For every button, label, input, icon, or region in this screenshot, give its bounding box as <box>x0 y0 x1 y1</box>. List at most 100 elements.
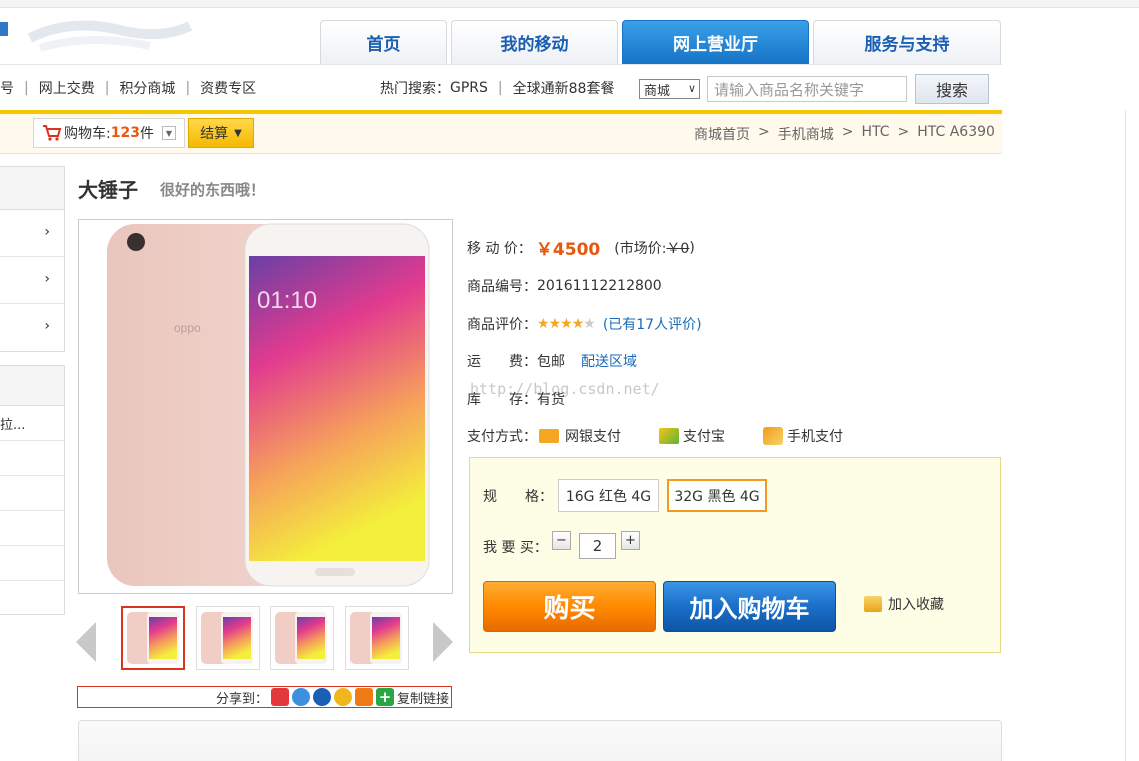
pay-label: 支付方式： <box>467 429 537 445</box>
thumbnail[interactable] <box>345 606 409 670</box>
sidebar-item[interactable]: › <box>0 304 64 351</box>
crumb-current: HTC A6390 <box>917 124 995 140</box>
star-icon: ★ <box>560 316 573 332</box>
market-price: ￥0 <box>666 240 690 257</box>
cart-dropdown-icon[interactable]: ▼ <box>162 126 176 140</box>
hot-search-package[interactable]: 全球通新88套餐 <box>513 78 615 98</box>
bank-card-icon <box>539 429 559 443</box>
renren-icon[interactable] <box>312 688 331 706</box>
site-logo[interactable] <box>0 8 200 64</box>
star-icon: ★ <box>548 316 562 332</box>
crumb-sep: > <box>841 124 854 140</box>
product-title: 大锤子 <box>78 178 138 202</box>
list-item[interactable] <box>0 511 64 546</box>
tab-home[interactable]: 首页 <box>320 20 447 64</box>
buy-button[interactable]: 购买 <box>483 581 656 632</box>
link-select-number[interactable]: 选号 <box>0 78 14 98</box>
qzone-icon[interactable] <box>291 688 310 706</box>
list-item[interactable] <box>0 476 64 511</box>
checkout-button[interactable]: 结算 ▼ <box>188 118 254 148</box>
star-empty-icon: ★ <box>583 316 596 332</box>
market-price-prefix: (市场价: <box>614 240 667 257</box>
link-points-mall[interactable]: 积分商城 <box>119 78 175 98</box>
chevron-right-icon: › <box>44 224 50 240</box>
sidebar2-header <box>0 366 64 406</box>
divider: | <box>24 80 29 96</box>
cart-summary[interactable]: 购物车: 123 件 ▼ <box>33 118 185 148</box>
list-item[interactable] <box>0 441 64 476</box>
thumb-prev-arrow[interactable] <box>76 622 96 662</box>
sidebar-item[interactable]: › <box>0 257 64 304</box>
sidebar-item[interactable]: › <box>0 210 64 257</box>
code-label: 商品编号： <box>467 279 537 295</box>
shipping-value: 包邮 <box>537 354 565 370</box>
spec-option-16g-red[interactable]: 16G 红色 4G <box>558 479 659 512</box>
hot-search: 热门搜索： GPRS | 全球通新88套餐 <box>380 78 614 98</box>
tab-service-support[interactable]: 服务与支持 <box>813 20 1001 64</box>
alipay-icon <box>659 428 679 444</box>
crumb-mall-home[interactable]: 商城首页 <box>694 124 750 144</box>
qty-label: 我 要 买： <box>483 540 548 556</box>
add-favorite[interactable]: 加入收藏 <box>864 594 944 614</box>
thumbnail[interactable] <box>196 606 260 670</box>
thumbnail[interactable] <box>270 606 334 670</box>
divider: | <box>104 80 110 96</box>
checkout-label: 结算 <box>200 126 229 142</box>
recommend-sidebar: 拉... <box>0 365 65 615</box>
detail-tabs-panel <box>78 720 1002 761</box>
tab-online-hall[interactable]: 网上营业厅 <box>622 20 809 64</box>
market-price-suffix: ) <box>689 239 695 256</box>
category-sidebar: › › › <box>0 166 65 352</box>
kaixin-icon[interactable] <box>333 688 352 706</box>
thumbnail[interactable] <box>121 606 185 670</box>
qty-increase-button[interactable]: + <box>621 531 640 550</box>
browser-strip <box>0 0 1139 8</box>
product-subtitle: 很好的东西哦！ <box>160 181 266 199</box>
plus-icon[interactable]: + <box>375 688 394 706</box>
code-row: 商品编号： 20161112212800 <box>467 276 662 296</box>
link-online-pay[interactable]: 网上交费 <box>39 78 95 98</box>
qty-decrease-button[interactable]: − <box>552 531 571 550</box>
chevron-right-icon: › <box>44 318 50 334</box>
weibo-icon[interactable] <box>270 688 289 706</box>
tencent-weibo-icon[interactable] <box>354 688 373 706</box>
divider: | <box>497 80 503 96</box>
search-input[interactable]: 请输入商品名称关键字 <box>707 76 907 102</box>
crumb-htc[interactable]: HTC <box>861 124 889 144</box>
search-placeholder: 请输入商品名称关键字 <box>714 80 865 99</box>
logo-graphic <box>0 20 193 52</box>
cart-count: 123 <box>110 125 140 141</box>
spec-option-32g-black[interactable]: 32G 黑色 4G <box>667 479 767 512</box>
spec-label: 规 格： <box>483 489 553 505</box>
quantity-input[interactable]: 2 <box>579 533 616 559</box>
thumbnail-image <box>127 612 179 664</box>
stock-value: 有货 <box>537 392 565 408</box>
price-label: 移 动 价： <box>467 240 532 257</box>
divider: | <box>185 80 191 96</box>
hot-search-label: 热门搜索： <box>380 81 450 97</box>
delivery-area-link[interactable]: 配送区域 <box>581 351 637 371</box>
thumb-next-arrow[interactable] <box>433 622 453 662</box>
svg-text:01:10: 01:10 <box>257 287 317 314</box>
cart-label: 购物车: <box>64 126 111 142</box>
list-item[interactable] <box>0 546 64 581</box>
crumb-phone-mall[interactable]: 手机商城 <box>778 124 834 144</box>
tab-my-mobile[interactable]: 我的移动 <box>451 20 618 64</box>
product-main-image[interactable]: oppo 01:10 <box>78 219 453 594</box>
rating-label: 商品评价： <box>467 317 537 333</box>
search-button[interactable]: 搜索 <box>915 74 989 104</box>
sidebar-header <box>0 167 64 210</box>
list-item[interactable]: 拉... <box>0 406 64 441</box>
copy-link[interactable]: 复制链接 <box>397 688 449 707</box>
search-scope-select[interactable]: 商城 ∨ <box>639 79 700 99</box>
star-half-icon: ★ <box>571 316 585 332</box>
rating-link[interactable]: (已有17人评价) <box>603 314 702 334</box>
cart-icon <box>43 125 62 141</box>
hot-search-gprs[interactable]: GPRS <box>450 80 488 96</box>
add-to-cart-button[interactable]: 加入购物车 <box>663 581 836 632</box>
favorite-label: 加入收藏 <box>888 597 944 613</box>
cart-unit: 件 <box>139 126 154 142</box>
favorite-icon <box>864 596 882 612</box>
code-value: 20161112212800 <box>537 278 662 294</box>
link-tariff-zone[interactable]: 资费专区 <box>200 78 256 98</box>
